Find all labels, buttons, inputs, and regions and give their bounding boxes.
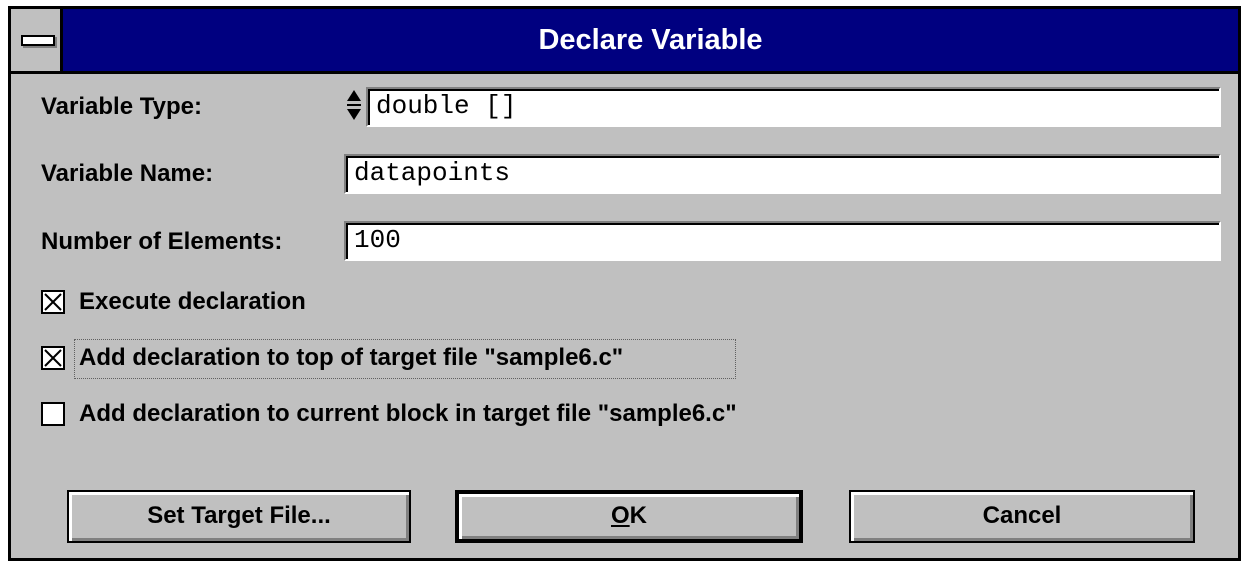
checkmark-x-icon [44,349,62,367]
add-to-block-checkbox[interactable] [41,402,65,426]
checkmark-x-icon [44,293,62,311]
number-of-elements-field[interactable]: 100 [344,221,1221,261]
window-title: Declare Variable [538,24,763,56]
variable-name-field[interactable]: datapoints [344,154,1221,194]
add-to-block-label: Add declaration to current block in targ… [79,400,737,427]
ok-label-rest: K [629,502,647,529]
cancel-button[interactable]: Cancel [849,490,1195,543]
spin-up-arrow-icon[interactable] [347,90,361,101]
execute-declaration-checkbox[interactable] [41,290,65,314]
variable-type-spinner[interactable] [344,84,364,130]
variable-type-field[interactable]: double [] [366,87,1221,127]
number-of-elements-label: Number of Elements: [41,228,283,255]
set-target-file-button[interactable]: Set Target File... [67,490,411,543]
variable-name-label: Variable Name: [41,160,214,187]
system-menu-icon [21,35,55,46]
system-menu-button[interactable] [11,9,63,71]
spin-down-arrow-icon[interactable] [347,109,361,120]
add-to-top-label: Add declaration to top of target file "s… [79,344,624,371]
declare-variable-dialog: Declare Variable Variable Type: double [… [8,6,1241,561]
add-to-top-checkbox[interactable] [41,346,65,370]
variable-type-label: Variable Type: [41,93,202,120]
ok-button[interactable]: OK [455,490,803,543]
spin-divider [347,104,361,106]
execute-declaration-label: Execute declaration [79,288,306,315]
title-bar: Declare Variable [11,9,1238,74]
ok-mnemonic: O [610,502,630,529]
